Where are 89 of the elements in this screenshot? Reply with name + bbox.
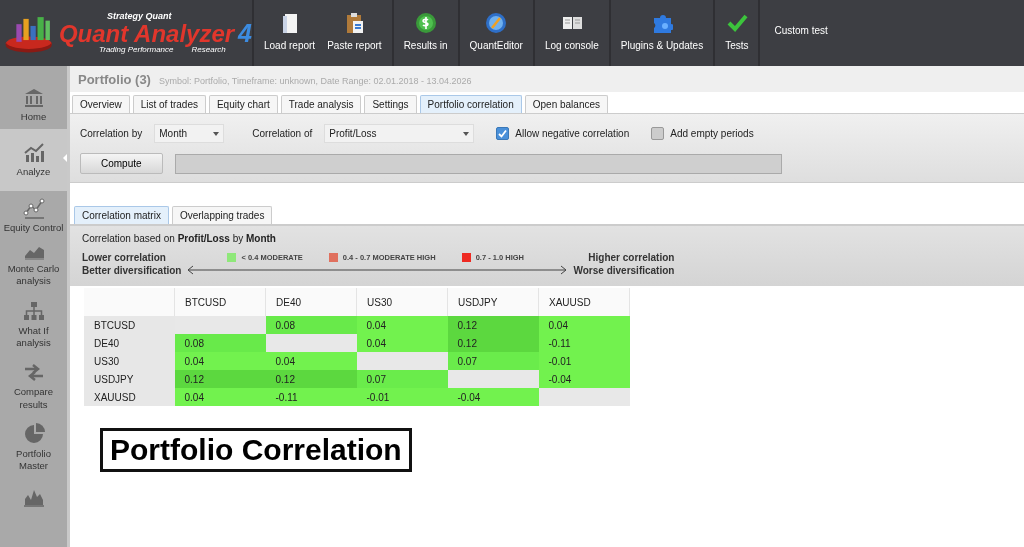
table-cell: 0.04 (174, 388, 266, 406)
compute-button[interactable]: Compute (80, 153, 163, 174)
growth-chart-icon (22, 141, 45, 164)
table-cell: 0.08 (174, 334, 266, 352)
product-version: 4 (238, 21, 252, 46)
table-cell: 0.12 (265, 370, 357, 388)
tab[interactable]: Open balances (524, 95, 608, 113)
dropdown[interactable]: Profit/Loss (324, 124, 475, 143)
toolbar-button[interactable]: Tests (719, 0, 755, 66)
table-cell: -0.01 (538, 352, 630, 370)
tagline: Trading Performance (98, 46, 174, 54)
bank-icon (22, 86, 45, 108)
area-chart-icon (22, 246, 45, 261)
table-cell: 0.04 (265, 352, 357, 370)
table-cell: 0.12 (174, 370, 266, 388)
field-label: Correlation by (80, 128, 143, 139)
column-header: DE40 (265, 288, 357, 316)
toolbar-button[interactable]: Results in (397, 0, 454, 66)
sidebar-item[interactable]: What If analysis (0, 293, 67, 356)
double-arrow-icon (187, 265, 568, 275)
toolbar-button[interactable]: Custom test (764, 0, 834, 66)
toolbar-button[interactable]: Load report (258, 0, 322, 66)
pie-chart-icon (22, 423, 45, 446)
tab[interactable]: List of trades (132, 95, 206, 113)
product-name: Quant Analyzer (58, 22, 235, 46)
tab[interactable]: Overview (72, 95, 130, 113)
hint-text: Better diversification (82, 265, 182, 276)
table-cell: 0.04 (174, 352, 266, 370)
tab[interactable]: Equity chart (208, 95, 278, 113)
hint-text: Worse diversification (573, 265, 675, 276)
table-cell: 0.04 (356, 316, 448, 334)
dropdown[interactable]: Month (154, 124, 225, 143)
table-cell: -0.04 (447, 388, 539, 406)
field-label: Correlation of (252, 128, 313, 139)
row-header: USDJPY (84, 370, 175, 388)
tab[interactable]: Overlapping trades (171, 206, 273, 224)
column-header: XAUUSD (538, 288, 630, 316)
check-icon (498, 129, 508, 138)
table-cell: 0.12 (447, 316, 539, 334)
swap-arrows-icon (22, 361, 45, 384)
table-cell: 0.07 (356, 370, 448, 388)
toolbar-button[interactable]: Log console (538, 0, 605, 66)
table-cell: -0.11 (265, 388, 357, 406)
brand-name: Strategy Quant (106, 12, 172, 21)
row-header: XAUUSD (84, 388, 175, 406)
toolbar-button[interactable]: Plugins & Updates (614, 0, 710, 66)
tab[interactable]: Portfolio correlation (419, 95, 522, 113)
tab[interactable]: Settings (364, 95, 417, 113)
sidebar-item[interactable]: Equity Control (0, 190, 67, 241)
sidebar-item[interactable]: Analyze (0, 129, 67, 191)
overlay-title: Portfolio Correlation (100, 428, 412, 472)
sidebar-item[interactable]: Portfolio Master (0, 417, 67, 479)
table-cell: -0.11 (538, 334, 630, 352)
page-subtitle: Symbol: Portfolio, Timeframe: unknown, Date Range: 02.01.2018 - 13.04.2026 (158, 76, 472, 86)
line-chart-icon (22, 196, 45, 219)
puzzle-icon (651, 12, 673, 34)
table-cell: 0.07 (447, 352, 539, 370)
hint-text: Lower correlation (82, 252, 167, 263)
toolbar-button[interactable]: Paste report (321, 0, 388, 66)
caret-icon (463, 132, 470, 136)
table-cell: 0.12 (447, 334, 539, 352)
tagline: Research (191, 46, 226, 54)
tab[interactable]: Correlation matrix (74, 206, 169, 224)
toolbar-button[interactable]: QuantEditor (463, 0, 529, 66)
checkbox[interactable]: Allow negative correlation (496, 127, 630, 140)
sidebar-item[interactable]: Monte Carlo analysis (0, 240, 67, 294)
sidebar-item[interactable]: Home (0, 80, 67, 130)
table-cell: 0.04 (356, 334, 448, 352)
page-title: Portfolio (3) (78, 72, 151, 87)
checkbox[interactable]: Add empty periods (651, 127, 754, 140)
table-cell: -0.01 (356, 388, 448, 406)
dollar-icon (414, 12, 437, 34)
caret-icon (213, 132, 220, 136)
column-header: USDJPY (447, 288, 539, 316)
hint-text: Higher correlation (588, 252, 675, 263)
column-header: US30 (356, 288, 448, 316)
hierarchy-icon (22, 299, 45, 322)
description: Correlation based on Profit/Loss by Month (82, 233, 277, 244)
globe-icon (485, 12, 508, 34)
tab[interactable]: Trade analysis (280, 95, 362, 113)
row-header: BTCUSD (84, 316, 175, 334)
sidebar-item[interactable]: Compare results (0, 355, 67, 418)
table-cell: 0.08 (265, 316, 357, 334)
row-header: DE40 (84, 334, 175, 352)
column-header: BTCUSD (174, 288, 266, 316)
check-icon (725, 12, 748, 34)
row-header: US30 (84, 352, 175, 370)
table-cell: 0.04 (538, 316, 630, 334)
table-cell: -0.04 (538, 370, 630, 388)
